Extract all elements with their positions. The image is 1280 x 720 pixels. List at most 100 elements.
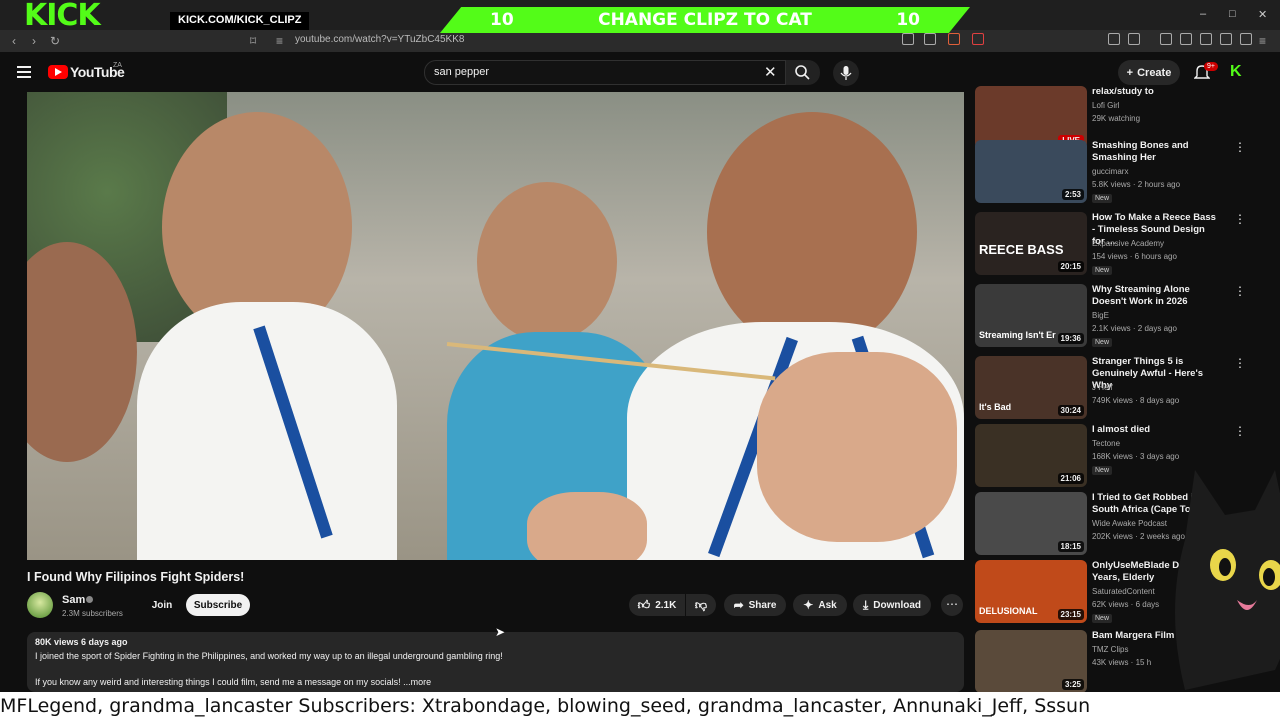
subscriber-ticker: MFLegend, grandma_lancaster Subscribers:…	[0, 692, 1280, 720]
duration-badge: 21:06	[1057, 473, 1084, 484]
recommendation-menu-icon[interactable]: ⋮	[1234, 140, 1246, 154]
join-button[interactable]: Join	[147, 594, 177, 616]
browser-address-bar[interactable]	[0, 30, 1280, 52]
video-thumbnail[interactable]: 3:25	[975, 630, 1087, 693]
channel-avatar[interactable]	[27, 592, 53, 618]
recommendation-title[interactable]: relax/study to	[1092, 86, 1220, 98]
thumbnail-caption: It's Bad	[979, 402, 1012, 412]
recommendation-menu-icon[interactable]: ⋮	[1234, 284, 1246, 298]
minimize-icon[interactable]: –	[1200, 8, 1206, 20]
sidebar-icon[interactable]	[1180, 33, 1192, 45]
recommendation-menu-icon[interactable]: ⋮	[1234, 424, 1246, 438]
menu-icon[interactable]: ≡	[1259, 34, 1266, 48]
share-page-icon[interactable]	[924, 33, 936, 45]
cat-overlay	[1175, 470, 1280, 690]
recommendation-channel[interactable]: SaturatedContent	[1092, 587, 1155, 596]
extension-icon[interactable]	[1108, 33, 1120, 45]
new-badge: New	[1092, 614, 1113, 623]
screen-cast-icon[interactable]	[902, 33, 914, 45]
recommendation-menu-icon[interactable]: ⋮	[1234, 212, 1246, 226]
search-query[interactable]: san pepper	[434, 66, 489, 78]
recommendation-item[interactable]: It's Bad 30:24 Stranger Things 5 is Genuin…	[975, 356, 1275, 422]
recommendation-item[interactable]: 2:53 Smashing Bones and Smashing Her gucci…	[975, 140, 1275, 206]
video-thumbnail[interactable]: 21:06	[975, 424, 1087, 487]
more-actions-button[interactable]: ⋯	[941, 594, 963, 616]
dislike-button[interactable]: 👎︎	[686, 594, 716, 616]
channel-name[interactable]: Sam	[62, 594, 85, 606]
notification-count-badge: 9+	[1204, 62, 1218, 71]
like-button[interactable]: 👍︎ 2.1K	[629, 594, 685, 616]
video-thumbnail[interactable]: REECE BASS 20:15	[975, 212, 1087, 275]
account-avatar[interactable]: K	[1230, 63, 1242, 81]
recommendation-item[interactable]: REECE BASS 20:15 How To Make a Reece Bass …	[975, 212, 1275, 278]
recommendation-channel[interactable]: J Heff	[1092, 383, 1113, 392]
verified-icon	[86, 596, 93, 603]
recommendation-stats: 168K views · 3 days ago	[1092, 452, 1180, 461]
recommendation-item[interactable]: Streaming Isn't Er 19:36 Why Streaming Alo…	[975, 284, 1275, 350]
rewards-icon[interactable]	[972, 33, 984, 45]
recommendation-title[interactable]: I almost died	[1092, 424, 1220, 436]
microphone-icon	[840, 66, 852, 80]
forward-icon[interactable]: ›	[32, 34, 36, 48]
site-info-icon[interactable]: ≡	[276, 34, 283, 48]
recommendation-title[interactable]: Smashing Bones and Smashing Her	[1092, 140, 1220, 164]
thumbs-down-icon: 👎︎	[694, 597, 708, 612]
create-button[interactable]: + Create	[1118, 60, 1180, 85]
music-icon[interactable]	[1160, 33, 1172, 45]
recommendation-title[interactable]: Why Streaming Alone Doesn't Work in 2026	[1092, 284, 1220, 308]
kick-url-label: KICK.COM/KICK_CLIPZ	[170, 12, 310, 30]
bookmark-icon[interactable]: ⌑	[250, 34, 256, 48]
youtube-logo-icon[interactable]	[48, 65, 68, 79]
maximize-icon[interactable]: □	[1229, 8, 1236, 20]
guide-menu-icon[interactable]	[17, 66, 31, 81]
sparkle-icon: ✦	[803, 598, 814, 612]
recommendation-channel[interactable]: Expansive Academy	[1092, 239, 1164, 248]
recommendation-channel[interactable]: BigE	[1092, 311, 1109, 320]
ask-label: Ask	[818, 599, 837, 611]
recommendation-channel[interactable]: Lofi Girl	[1092, 101, 1120, 110]
wallet-icon[interactable]	[1200, 33, 1212, 45]
banner-count-left: 10	[490, 10, 514, 30]
video-thumbnail[interactable]: It's Bad 30:24	[975, 356, 1087, 419]
video-thumbnail[interactable]: 18:15	[975, 492, 1087, 555]
recommendation-channel[interactable]: Tectone	[1092, 439, 1120, 448]
new-badge: New	[1092, 194, 1113, 203]
leo-icon[interactable]	[1220, 33, 1232, 45]
brave-shield-icon[interactable]	[948, 33, 960, 45]
ask-button[interactable]: ✦ Ask	[793, 594, 847, 616]
kick-banner: 10 CHANGE CLIPZ TO CAT 10	[440, 7, 970, 33]
duration-badge: 23:15	[1057, 609, 1084, 620]
banner-text: CHANGE CLIPZ TO CAT	[598, 10, 812, 30]
thumbnail-caption: REECE BASS	[979, 242, 1064, 257]
subscribe-button[interactable]: Subscribe	[186, 594, 250, 616]
share-button[interactable]: ➦ Share	[724, 594, 786, 616]
video-thumbnail[interactable]: DELUSIONAL 23:15	[975, 560, 1087, 623]
reload-icon[interactable]: ↻	[50, 34, 60, 48]
search-button[interactable]	[786, 60, 820, 85]
video-thumbnail[interactable]: Streaming Isn't Er 19:36	[975, 284, 1087, 347]
recommendation-menu-icon[interactable]: ⋮	[1234, 356, 1246, 370]
video-thumbnail[interactable]: 2:53	[975, 140, 1087, 203]
mouse-cursor-icon: ➤	[495, 625, 506, 639]
extension-icon[interactable]	[1128, 33, 1140, 45]
screen: ‹ › ↻ ⌑ ≡ youtube.com/watch?v=YTuZbC45KK…	[0, 0, 1280, 720]
voice-search-button[interactable]	[833, 60, 859, 86]
duration-badge: 3:25	[1061, 679, 1084, 690]
close-window-icon[interactable]: ✕	[1258, 8, 1267, 21]
back-icon[interactable]: ‹	[12, 34, 16, 48]
recommendation-channel[interactable]: TMZ Clips	[1092, 645, 1128, 654]
vpn-icon[interactable]	[1240, 33, 1252, 45]
new-badge: New	[1092, 466, 1113, 475]
recommendation-channel[interactable]: guccimarx	[1092, 167, 1128, 176]
recommendation-stats: 29K watching	[1092, 114, 1141, 123]
download-button[interactable]: ⤓ Download	[853, 594, 931, 616]
duration-badge: 20:15	[1057, 261, 1084, 272]
clear-search-icon[interactable]: ✕	[764, 63, 777, 81]
duration-badge: 18:15	[1057, 541, 1084, 552]
recommendation-stats: 2.1K views · 2 days ago	[1092, 324, 1177, 333]
recommendation-stats: 749K views · 8 days ago	[1092, 396, 1180, 405]
video-figure	[477, 182, 617, 342]
recommendation-channel[interactable]: Wide Awake Podcast	[1092, 519, 1167, 528]
video-player[interactable]	[27, 92, 964, 560]
url-text[interactable]: youtube.com/watch?v=YTuZbC45KK8	[295, 34, 464, 45]
